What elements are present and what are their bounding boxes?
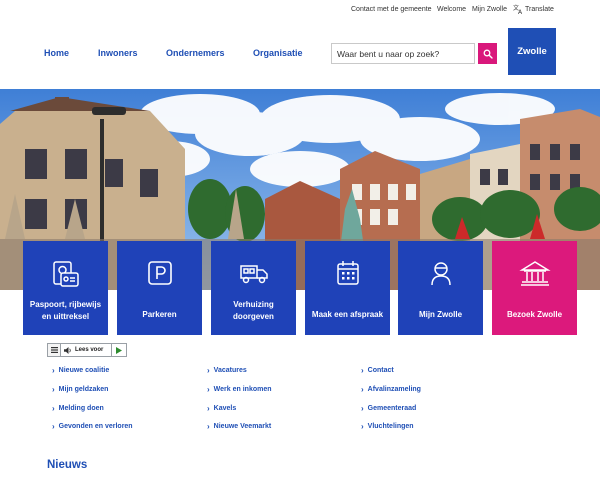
chevron-right-icon: › <box>361 422 364 431</box>
quicklink-werk-en-inkomen[interactable]: › Werk en inkomen <box>207 385 272 394</box>
quicklink-label: Gevonden en verloren <box>58 423 133 430</box>
chevron-right-icon: › <box>52 366 55 375</box>
quicklink-label: Nieuwe Veemarkt <box>213 423 272 430</box>
readspeaker-listen-button[interactable]: Lees voor <box>61 344 111 356</box>
quicklink-mijn-geldzaken[interactable]: › Mijn geldzaken <box>52 385 108 394</box>
museum-icon <box>518 261 551 286</box>
tile-parkeren[interactable]: Parkeren <box>117 241 202 335</box>
translate-icon: 文 A <box>513 4 523 14</box>
chevron-right-icon: › <box>52 404 55 413</box>
quicklink-contact[interactable]: › Contact <box>361 366 394 375</box>
quicklink-melding-doen[interactable]: › Melding doen <box>52 404 104 413</box>
quicklink-label: Werk en inkomen <box>213 386 272 393</box>
quicklink-label: Afvalinzameling <box>367 386 421 393</box>
quicklink-label: Vacatures <box>213 367 247 374</box>
quicklink-vacatures[interactable]: › Vacatures <box>207 366 247 375</box>
quicklink-vluchtelingen[interactable]: › Vluchtelingen <box>361 422 414 431</box>
translate-label: Translate <box>525 5 554 13</box>
translate-button[interactable]: 文 A Translate <box>513 4 554 14</box>
calendar-icon <box>336 261 359 285</box>
quicklink-gemeenteraad[interactable]: › Gemeenteraad <box>361 404 416 413</box>
quicklink-label: Mijn geldzaken <box>58 386 109 393</box>
tile-verhuizing-label: Verhuizing doorgeven <box>211 299 296 323</box>
quicklink-nieuwe-veemarkt[interactable]: › Nieuwe Veemarkt <box>207 422 271 431</box>
readspeaker-menu-button[interactable] <box>48 344 61 356</box>
quicklink-label: Melding doen <box>58 405 104 412</box>
chevron-right-icon: › <box>207 385 210 394</box>
utility-bar: Contact met de gemeente Welcome Mijn Zwo… <box>0 0 600 20</box>
tile-paspoort[interactable]: Paspoort, rijbewijs en uittreksel <box>23 241 108 335</box>
search-icon <box>483 49 493 59</box>
quicklink-afvalinzameling[interactable]: › Afvalinzameling <box>361 385 421 394</box>
news-heading: Nieuws <box>47 459 88 471</box>
tile-mijn-zwolle-label: Mijn Zwolle <box>418 310 463 319</box>
quicklink-nieuwe-coalitie[interactable]: › Nieuwe coalitie <box>52 366 109 375</box>
nav-home[interactable]: Home <box>44 48 69 58</box>
chevron-right-icon: › <box>361 366 364 375</box>
nav-organisatie[interactable]: Organisatie <box>253 48 303 58</box>
quicklink-kavels[interactable]: › Kavels <box>207 404 236 413</box>
tile-verhuizing[interactable]: Verhuizing doorgeven <box>211 241 296 335</box>
zwolle-logo[interactable]: Zwolle <box>508 28 556 75</box>
quicklink-label: Gemeenteraad <box>367 405 417 412</box>
chevron-right-icon: › <box>207 366 210 375</box>
nav-ondernemers[interactable]: Ondernemers <box>166 48 225 58</box>
contact-link[interactable]: Contact met de gemeente <box>351 6 432 13</box>
chevron-right-icon: › <box>52 385 55 394</box>
play-icon <box>116 346 122 354</box>
tile-verhuizing-line1: Verhuizing <box>233 300 274 309</box>
readspeaker-label: Lees voor <box>75 347 104 353</box>
chevron-right-icon: › <box>207 404 210 413</box>
tile-parkeren-label: Parkeren <box>142 310 177 319</box>
tile-afspraak[interactable]: Maak een afspraak <box>305 241 390 335</box>
quicklink-label: Nieuwe coalitie <box>58 367 110 374</box>
tile-paspoort-line1: Paspoort, rijbewijs <box>29 300 102 309</box>
chevron-right-icon: › <box>361 404 364 413</box>
search-input[interactable] <box>331 43 475 64</box>
passport-icon <box>52 261 79 287</box>
parking-icon <box>147 261 172 285</box>
mijn-zwolle-link[interactable]: Mijn Zwolle <box>472 6 507 13</box>
tile-mijn-zwolle[interactable]: Mijn Zwolle <box>398 241 483 335</box>
speaker-icon <box>64 346 71 354</box>
person-icon <box>430 262 451 286</box>
chevron-right-icon: › <box>52 422 55 431</box>
quicklink-label: Vluchtelingen <box>367 423 414 430</box>
welcome-link[interactable]: Welcome <box>437 6 466 13</box>
tile-bezoek-zwolle[interactable]: Bezoek Zwolle <box>492 241 577 335</box>
quicklink-gevonden-en-verloren[interactable]: › Gevonden en verloren <box>52 422 133 431</box>
readspeaker-play-button[interactable] <box>111 344 126 356</box>
tile-verhuizing-line2: doorgeven <box>233 312 274 321</box>
tile-afspraak-label: Maak een afspraak <box>311 310 384 319</box>
moving-truck-icon <box>239 265 268 284</box>
quicklink-label: Contact <box>367 367 394 374</box>
menu-icon <box>50 347 58 353</box>
quicklink-label: Kavels <box>213 405 237 412</box>
svg-text:A: A <box>518 9 523 14</box>
chevron-right-icon: › <box>361 385 364 394</box>
search-button[interactable] <box>478 43 497 64</box>
tile-paspoort-label: Paspoort, rijbewijs en uittreksel <box>23 299 108 323</box>
tile-bezoek-zwolle-label: Bezoek Zwolle <box>506 310 563 319</box>
nav-inwoners[interactable]: Inwoners <box>98 48 138 58</box>
chevron-right-icon: › <box>207 422 210 431</box>
readspeaker-widget: Lees voor <box>47 343 127 357</box>
tile-paspoort-line2: en uittreksel <box>41 312 90 321</box>
